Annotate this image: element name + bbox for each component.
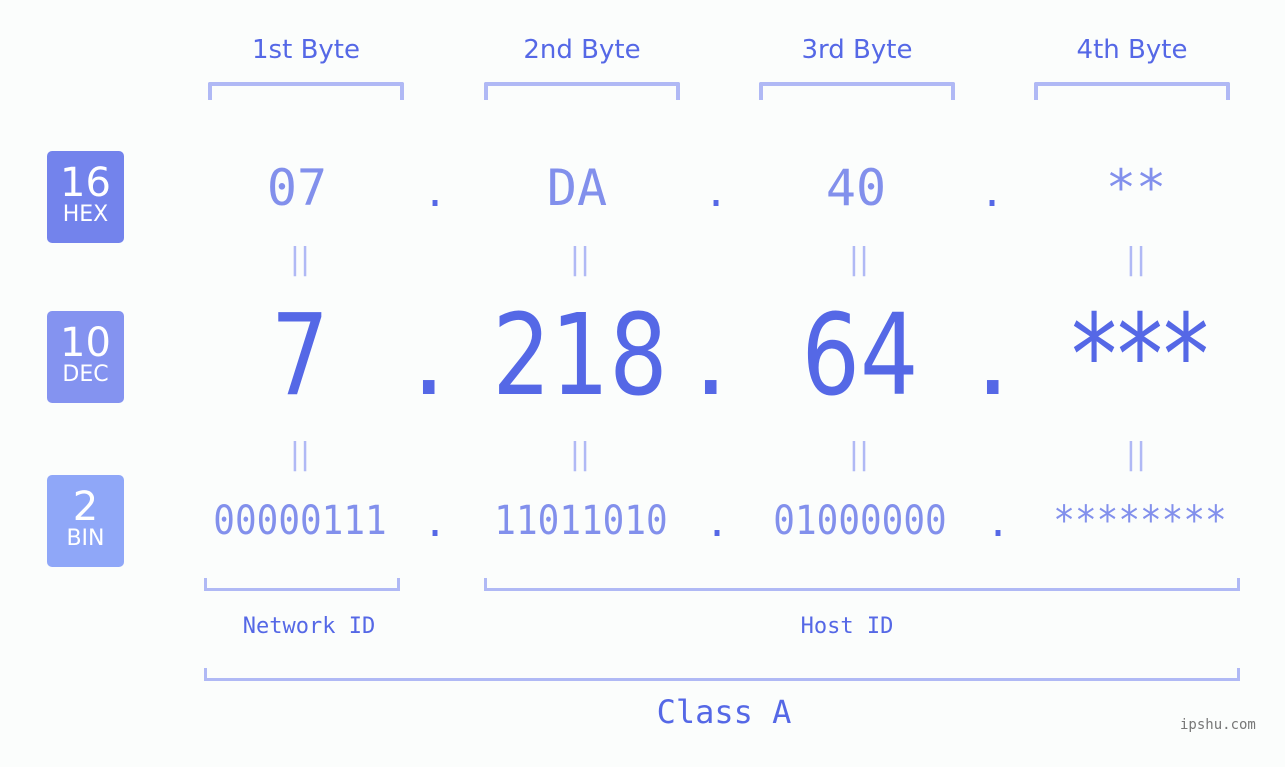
dec-byte-2: 218 bbox=[492, 291, 668, 421]
byte-header-1: 1st Byte bbox=[252, 35, 360, 65]
equals-dec-bin-2: || bbox=[569, 437, 591, 472]
class-label: Class A bbox=[656, 693, 792, 731]
hex-badge-number: 16 bbox=[60, 160, 111, 206]
class-bracket bbox=[204, 668, 1240, 681]
bin-byte-4: ******** bbox=[1053, 498, 1227, 544]
host-id-label: Host ID bbox=[800, 614, 894, 639]
dec-byte-3: 64 bbox=[801, 291, 919, 421]
hex-separator-3: . bbox=[980, 170, 1005, 216]
equals-hex-dec-2: || bbox=[569, 242, 591, 277]
bin-badge: 2 BIN bbox=[47, 475, 124, 567]
network-id-label: Network ID bbox=[242, 614, 376, 639]
hex-badge: 16 HEX bbox=[47, 151, 124, 243]
byte-bracket-4 bbox=[1034, 82, 1230, 100]
bin-badge-label: BIN bbox=[66, 526, 105, 551]
equals-dec-bin-4: || bbox=[1125, 437, 1147, 472]
watermark: ipshu.com bbox=[1180, 717, 1256, 733]
byte-bracket-3 bbox=[759, 82, 955, 100]
dec-separator-2: . bbox=[693, 291, 729, 421]
bin-separator-3: . bbox=[986, 500, 1011, 546]
equals-hex-dec-3: || bbox=[848, 242, 870, 277]
hex-separator-2: . bbox=[704, 170, 729, 216]
hex-byte-2: DA bbox=[546, 159, 608, 217]
host-id-bracket bbox=[484, 578, 1240, 591]
dec-byte-4: *** bbox=[1071, 291, 1209, 421]
byte-header-3: 3rd Byte bbox=[801, 35, 913, 65]
equals-dec-bin-1: || bbox=[289, 437, 311, 472]
bin-byte-3: 01000000 bbox=[773, 498, 947, 544]
equals-hex-dec-1: || bbox=[289, 242, 311, 277]
dec-byte-1: 7 bbox=[270, 291, 330, 421]
dec-separator-3: . bbox=[975, 291, 1011, 421]
hex-separator-1: . bbox=[423, 170, 448, 216]
dec-badge-number: 10 bbox=[60, 320, 111, 366]
bin-byte-1: 00000111 bbox=[213, 498, 387, 544]
dec-badge-label: DEC bbox=[62, 362, 109, 387]
hex-byte-4: ** bbox=[1105, 159, 1167, 217]
dec-badge: 10 DEC bbox=[47, 311, 124, 403]
bin-byte-2: 11011010 bbox=[494, 498, 668, 544]
network-id-bracket bbox=[204, 578, 400, 591]
byte-bracket-2 bbox=[484, 82, 680, 100]
bin-separator-1: . bbox=[423, 500, 448, 546]
hex-badge-label: HEX bbox=[62, 202, 109, 227]
dec-separator-1: . bbox=[411, 291, 447, 421]
byte-bracket-1 bbox=[208, 82, 404, 100]
bin-separator-2: . bbox=[705, 500, 730, 546]
byte-header-2: 2nd Byte bbox=[523, 35, 641, 65]
hex-byte-3: 40 bbox=[825, 159, 887, 217]
byte-header-4: 4th Byte bbox=[1076, 35, 1188, 65]
equals-dec-bin-3: || bbox=[848, 437, 870, 472]
equals-hex-dec-4: || bbox=[1125, 242, 1147, 277]
hex-byte-1: 07 bbox=[266, 159, 328, 217]
bin-badge-number: 2 bbox=[72, 484, 99, 530]
